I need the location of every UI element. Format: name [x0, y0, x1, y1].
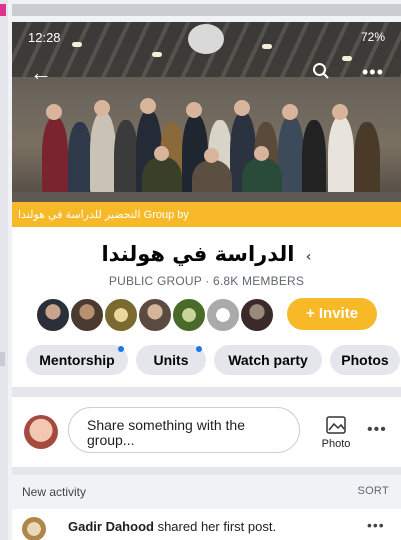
photo-icon	[326, 416, 346, 434]
chevron-icon: ‹	[305, 249, 312, 265]
head	[204, 148, 219, 163]
invite-button[interactable]: + Invite	[287, 298, 377, 330]
ceiling-lamp	[152, 52, 162, 57]
person	[354, 122, 380, 200]
section-divider	[12, 467, 401, 475]
head	[154, 146, 169, 161]
person	[68, 122, 92, 197]
photo-button[interactable]: Photo	[316, 415, 356, 450]
share-input[interactable]: Share something with the group...	[68, 407, 300, 453]
member-avatar[interactable]	[171, 297, 207, 333]
person	[114, 120, 138, 198]
member-avatar[interactable]	[205, 297, 241, 333]
more-options-icon[interactable]: •••	[362, 62, 384, 83]
head	[140, 98, 156, 114]
person	[302, 120, 326, 200]
cover-photo: 12:28 72% ← ••• التحضير للدراسة في هولند…	[12, 22, 401, 227]
notification-dot	[118, 346, 124, 352]
activity-item[interactable]: Gadir Dahood shared her first post. •••	[12, 509, 401, 540]
user-avatar[interactable]	[24, 415, 58, 449]
ceiling-lamp	[342, 56, 352, 61]
head	[332, 104, 348, 120]
group-name[interactable]: الدراسة في هولندا ‹	[12, 242, 401, 266]
new-activity-header: New activity SORT	[12, 475, 401, 509]
person	[328, 116, 354, 200]
cover-banner-text: التحضير للدراسة في هولندا Group by	[18, 209, 189, 221]
sort-button[interactable]: SORT	[357, 485, 389, 497]
section-divider	[12, 387, 401, 397]
more-options-icon[interactable]: •••	[367, 517, 385, 533]
poster-name[interactable]: Gadir Dahood	[68, 519, 154, 534]
cover-banner: التحضير للدراسة في هولندا Group by	[12, 202, 401, 227]
post-composer: Share something with the group... Photo …	[12, 397, 401, 467]
status-time: 12:28	[28, 30, 61, 45]
search-icon[interactable]	[312, 62, 330, 80]
activity-action: shared her first post.	[157, 519, 277, 534]
notification-dot	[196, 346, 202, 352]
person	[42, 117, 68, 197]
photo-label: Photo	[321, 438, 351, 450]
group-meta: PUBLIC GROUP · 6.8K MEMBERS	[108, 274, 305, 288]
head	[46, 104, 62, 120]
head	[94, 100, 110, 116]
activity-title: New activity	[22, 485, 87, 499]
chip-label: Watch party	[228, 352, 308, 368]
camera-notch	[188, 24, 224, 54]
head	[254, 146, 269, 161]
group-name-text: الدراسة في هولندا	[101, 242, 295, 266]
head	[282, 104, 298, 120]
member-avatar[interactable]	[137, 297, 173, 333]
left-edge	[0, 0, 8, 540]
member-avatar[interactable]	[69, 297, 105, 333]
activity-text: Gadir Dahood shared her first post.	[68, 519, 276, 534]
chip-watch-party[interactable]: Watch party	[214, 345, 322, 375]
chip-label: Mentorship	[39, 352, 115, 368]
group-tabs: Mentorship Units Watch party Photos	[26, 345, 401, 377]
head	[186, 102, 202, 118]
edge-marker	[0, 4, 6, 16]
phone-screen: 12:28 72% ← ••• التحضير للدراسة في هولند…	[12, 22, 401, 540]
member-avatar[interactable]	[103, 297, 139, 333]
chip-mentorship[interactable]: Mentorship	[26, 345, 128, 375]
chip-label: Photos	[341, 352, 389, 368]
head	[234, 100, 250, 116]
top-strip	[12, 4, 401, 16]
poster-avatar[interactable]	[22, 517, 46, 540]
chip-units[interactable]: Units	[136, 345, 206, 375]
member-avatar[interactable]	[239, 297, 275, 333]
battery-level: 72%	[360, 30, 385, 44]
chip-photos[interactable]: Photos	[330, 345, 400, 375]
back-arrow-icon[interactable]: ←	[30, 60, 52, 86]
edge-marker-lower	[0, 352, 5, 366]
member-avatar[interactable]	[35, 297, 71, 333]
more-options-icon[interactable]: •••	[367, 421, 387, 439]
person	[90, 112, 116, 197]
chip-label: Units	[153, 352, 189, 368]
